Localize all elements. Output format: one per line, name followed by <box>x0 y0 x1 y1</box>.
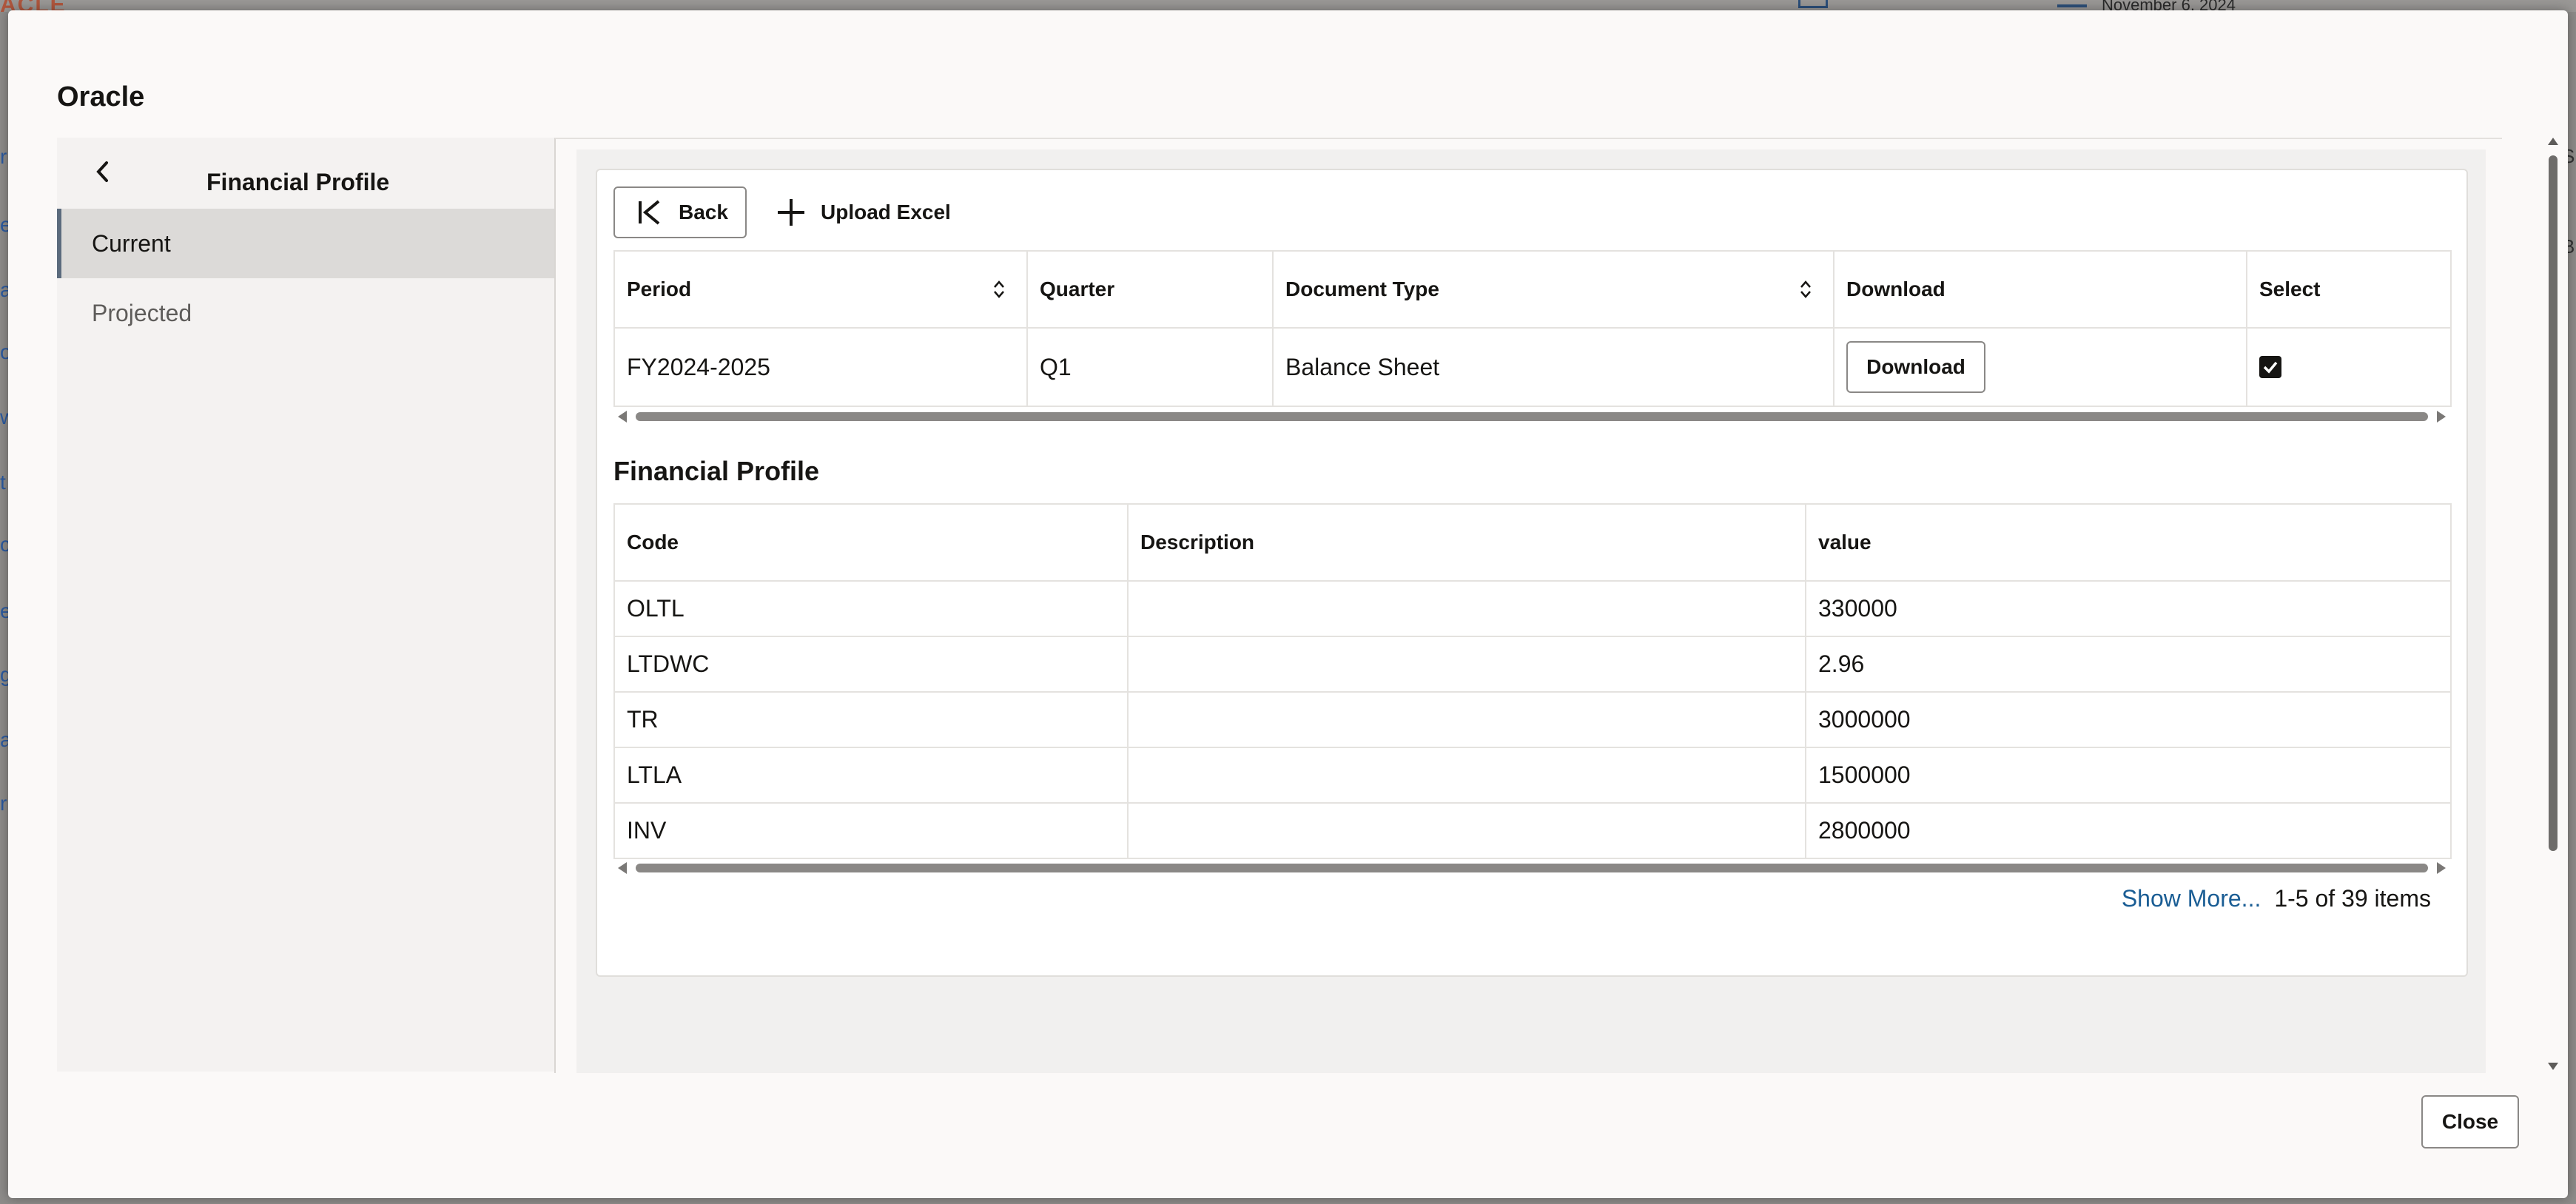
cell-value: 2800000 <box>1805 802 2452 859</box>
show-more-link[interactable]: Show More... <box>2122 885 2261 912</box>
dialog-vertical-scrollbar[interactable] <box>2546 138 2560 1070</box>
main-content: Back Upload Excel Period Quarter Documen… <box>554 138 2502 1073</box>
sort-icon[interactable] <box>992 280 1006 299</box>
pagination: Show More... 1-5 of 39 items <box>2122 885 2431 912</box>
table-row: INV 2800000 <box>613 802 2452 859</box>
column-header-value: value <box>1805 503 2452 582</box>
download-button[interactable]: Download <box>1846 341 1985 393</box>
column-header-select: Select <box>2246 250 2452 329</box>
table-row: FY2024-2025 Q1 Balance Sheet Download <box>613 327 2452 407</box>
close-button[interactable]: Close <box>2421 1095 2519 1148</box>
scroll-left-icon[interactable] <box>618 862 627 874</box>
cell-value: 330000 <box>1805 580 2452 637</box>
column-header-code: Code <box>613 503 1129 582</box>
cell-code: INV <box>613 802 1129 859</box>
documents-horizontal-scrollbar[interactable] <box>613 408 2450 425</box>
cell-code: LTLA <box>613 747 1129 804</box>
scrollbar-thumb[interactable] <box>636 412 2428 421</box>
cell-description <box>1127 747 1806 804</box>
chevron-left-icon <box>96 161 108 182</box>
cell-description <box>1127 691 1806 748</box>
financial-profile-heading: Financial Profile <box>613 456 820 486</box>
table-row: OLTL 330000 <box>613 580 2452 637</box>
cell-download: Download <box>1833 327 2247 407</box>
checkmark-icon <box>2263 361 2278 374</box>
column-header-quarter: Quarter <box>1026 250 1274 329</box>
nav-title: Financial Profile <box>206 169 390 195</box>
table-header-row: Period Quarter Document Type Download Se… <box>613 250 2452 329</box>
scroll-down-icon[interactable] <box>2548 1063 2558 1070</box>
cell-value: 3000000 <box>1805 691 2452 748</box>
cell-period: FY2024-2025 <box>613 327 1028 407</box>
cell-code: LTDWC <box>613 636 1129 693</box>
cell-description <box>1127 580 1806 637</box>
cell-document-type: Balance Sheet <box>1272 327 1835 407</box>
table-row: TR 3000000 <box>613 691 2452 748</box>
upload-excel-button[interactable]: Upload Excel <box>772 186 964 238</box>
cell-select <box>2246 327 2452 407</box>
column-header-download: Download <box>1833 250 2247 329</box>
back-button-label: Back <box>679 201 728 223</box>
scrollbar-thumb[interactable] <box>2549 155 2557 851</box>
cell-value: 1500000 <box>1805 747 2452 804</box>
scrollbar-thumb[interactable] <box>636 864 2428 872</box>
background-date-icon <box>2057 0 2087 7</box>
scroll-right-icon[interactable] <box>2437 411 2446 423</box>
content-card: Back Upload Excel Period Quarter Documen… <box>596 169 2468 977</box>
column-header-description: Description <box>1127 503 1806 582</box>
table-row: LTLA 1500000 <box>613 747 2452 804</box>
profile-horizontal-scrollbar[interactable] <box>613 860 2450 876</box>
column-header-document-type[interactable]: Document Type <box>1272 250 1835 329</box>
left-navigation: Financial Profile Current Projected <box>57 138 554 1072</box>
cell-value: 2.96 <box>1805 636 2452 693</box>
cell-quarter: Q1 <box>1026 327 1274 407</box>
content-panel: Back Upload Excel Period Quarter Documen… <box>576 149 2486 1073</box>
cell-code: TR <box>613 691 1129 748</box>
table-row: LTDWC 2.96 <box>613 636 2452 693</box>
upload-excel-label: Upload Excel <box>821 201 951 223</box>
plus-icon <box>775 196 807 229</box>
nav-back-button[interactable] <box>87 155 119 188</box>
nav-item-current[interactable]: Current <box>57 209 554 278</box>
skip-back-icon <box>633 196 665 229</box>
item-count: 1-5 of 39 items <box>2274 885 2431 912</box>
back-button[interactable]: Back <box>613 186 747 238</box>
table-header-row: Code Description value <box>613 503 2452 582</box>
scroll-left-icon[interactable] <box>618 411 627 423</box>
scroll-up-icon[interactable] <box>2548 138 2558 145</box>
dialog-title: Oracle <box>57 81 145 112</box>
nav-item-projected[interactable]: Projected <box>57 278 554 348</box>
column-header-period[interactable]: Period <box>613 250 1028 329</box>
scroll-right-icon[interactable] <box>2437 862 2446 874</box>
documents-table: Period Quarter Document Type Download Se… <box>613 250 2452 407</box>
cell-code: OLTL <box>613 580 1129 637</box>
select-checkbox[interactable] <box>2259 356 2281 378</box>
financial-profile-table: Code Description value OLTL 330000 LTDWC <box>613 503 2452 859</box>
cell-description <box>1127 636 1806 693</box>
background-calendar-icon <box>1798 0 1828 8</box>
cell-description <box>1127 802 1806 859</box>
sort-icon[interactable] <box>1799 280 1812 299</box>
